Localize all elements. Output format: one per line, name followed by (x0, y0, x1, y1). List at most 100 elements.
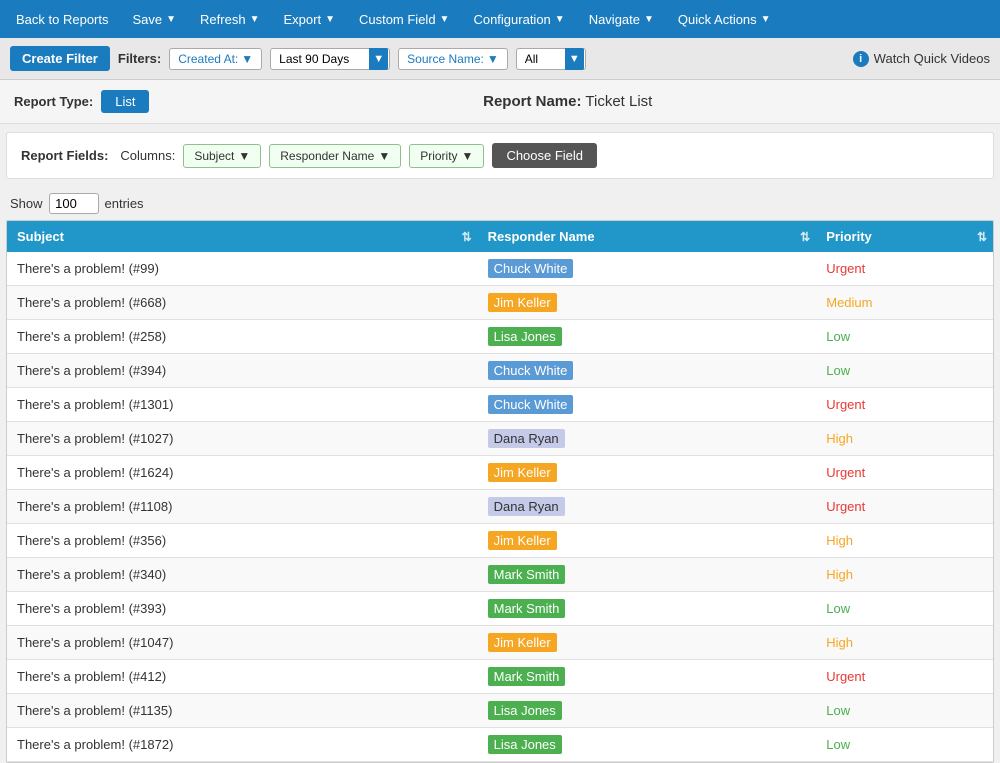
subject-cell: There's a problem! (#412) (7, 660, 478, 694)
save-nav[interactable]: Save ▼ (121, 0, 189, 38)
date-range-select[interactable]: Last 90 Days (270, 48, 390, 70)
navigate-nav[interactable]: Navigate ▼ (577, 0, 666, 38)
subject-field-label: Subject (194, 149, 234, 163)
custom-field-nav[interactable]: Custom Field ▼ (347, 0, 461, 38)
subject-cell: There's a problem! (#356) (7, 524, 478, 558)
priority-cell: Low (816, 694, 993, 728)
watch-videos-label[interactable]: Watch Quick Videos (874, 51, 990, 66)
responder-cell: Mark Smith (478, 660, 817, 694)
list-type-button[interactable]: List (101, 90, 149, 113)
subject-cell: There's a problem! (#1108) (7, 490, 478, 524)
priority-cell: Medium (816, 286, 993, 320)
quick-actions-arrow-icon: ▼ (761, 14, 771, 25)
custom-field-label: Custom Field (359, 12, 436, 27)
table-row: There's a problem! (#393)Mark SmithLow (7, 592, 993, 626)
subject-sort-icon: ⇅ (462, 230, 472, 244)
report-name: Report Name: Ticket List (483, 93, 652, 110)
priority-cell: High (816, 524, 993, 558)
table-row: There's a problem! (#356)Jim KellerHigh (7, 524, 993, 558)
quick-actions-nav[interactable]: Quick Actions ▼ (666, 0, 783, 38)
create-filter-button[interactable]: Create Filter (10, 46, 110, 71)
navigate-label: Navigate (589, 12, 640, 27)
refresh-label: Refresh (200, 12, 246, 27)
subject-cell: There's a problem! (#668) (7, 286, 478, 320)
export-arrow-icon: ▼ (325, 14, 335, 25)
navigate-arrow-icon: ▼ (644, 14, 654, 25)
report-fields-label: Report Fields: (21, 148, 108, 163)
source-name-arrow-icon: ▼ (487, 52, 499, 66)
subject-cell: There's a problem! (#1624) (7, 456, 478, 490)
source-name-dropdown[interactable]: Source Name: ▼ (398, 48, 508, 70)
save-arrow-icon: ▼ (166, 14, 176, 25)
created-at-dropdown[interactable]: Created At: ▼ (169, 48, 262, 70)
priority-field-button[interactable]: Priority ▼ (409, 144, 484, 168)
subject-cell: There's a problem! (#1872) (7, 728, 478, 762)
responder-cell: Mark Smith (478, 558, 817, 592)
responder-name-arrow-icon: ▼ (378, 149, 390, 163)
configuration-label: Configuration (473, 12, 550, 27)
export-label: Export (283, 12, 321, 27)
table-row: There's a problem! (#1624)Jim KellerUrge… (7, 456, 993, 490)
subject-cell: There's a problem! (#394) (7, 354, 478, 388)
priority-cell: High (816, 626, 993, 660)
responder-cell: Lisa Jones (478, 320, 817, 354)
export-nav[interactable]: Export ▼ (271, 0, 346, 38)
priority-cell: Urgent (816, 456, 993, 490)
responder-name-field-button[interactable]: Responder Name ▼ (269, 144, 401, 168)
save-label: Save (133, 12, 163, 27)
info-icon: i (853, 51, 869, 67)
entries-input[interactable] (49, 193, 99, 214)
responder-cell: Lisa Jones (478, 728, 817, 762)
table-row: There's a problem! (#668)Jim KellerMediu… (7, 286, 993, 320)
responder-cell: Chuck White (478, 354, 817, 388)
choose-field-button[interactable]: Choose Field (492, 143, 597, 168)
data-table: Subject ⇅ Responder Name ⇅ Priority ⇅ Th… (7, 221, 993, 762)
responder-cell: Dana Ryan (478, 422, 817, 456)
back-to-reports-label: Back to Reports (16, 12, 109, 27)
refresh-nav[interactable]: Refresh ▼ (188, 0, 271, 38)
responder-name-field-label: Responder Name (280, 149, 374, 163)
priority-cell: Urgent (816, 252, 993, 286)
table-row: There's a problem! (#1108)Dana RyanUrgen… (7, 490, 993, 524)
table-row: There's a problem! (#394)Chuck WhiteLow (7, 354, 993, 388)
priority-cell: Low (816, 320, 993, 354)
show-label: Show (10, 196, 43, 211)
report-name-prefix: Report Name: (483, 93, 581, 110)
subject-cell: There's a problem! (#393) (7, 592, 478, 626)
created-at-label: Created At: (178, 52, 238, 66)
subject-field-arrow-icon: ▼ (238, 149, 250, 163)
source-name-label: Source Name: (407, 52, 484, 66)
source-value-select[interactable]: All (516, 48, 586, 70)
subject-col-header[interactable]: Subject ⇅ (7, 221, 478, 252)
top-nav: Back to Reports Save ▼ Refresh ▼ Export … (0, 0, 1000, 38)
responder-cell: Jim Keller (478, 524, 817, 558)
entries-label: entries (105, 196, 144, 211)
responder-col-header[interactable]: Responder Name ⇅ (478, 221, 817, 252)
table-row: There's a problem! (#340)Mark SmithHigh (7, 558, 993, 592)
configuration-nav[interactable]: Configuration ▼ (461, 0, 576, 38)
subject-field-button[interactable]: Subject ▼ (183, 144, 261, 168)
columns-label: Columns: (120, 148, 175, 163)
responder-cell: Jim Keller (478, 626, 817, 660)
table-row: There's a problem! (#258)Lisa JonesLow (7, 320, 993, 354)
back-to-reports-nav[interactable]: Back to Reports (4, 0, 121, 38)
subject-cell: There's a problem! (#1047) (7, 626, 478, 660)
configuration-arrow-icon: ▼ (555, 14, 565, 25)
table-body: There's a problem! (#99)Chuck WhiteUrgen… (7, 252, 993, 762)
subject-cell: There's a problem! (#340) (7, 558, 478, 592)
data-table-wrap: Subject ⇅ Responder Name ⇅ Priority ⇅ Th… (6, 220, 994, 763)
priority-field-label: Priority (420, 149, 457, 163)
priority-col-header[interactable]: Priority ⇅ (816, 221, 993, 252)
priority-cell: Urgent (816, 660, 993, 694)
table-row: There's a problem! (#1027)Dana RyanHigh (7, 422, 993, 456)
priority-cell: Urgent (816, 490, 993, 524)
priority-cell: High (816, 422, 993, 456)
responder-cell: Jim Keller (478, 286, 817, 320)
priority-arrow-icon: ▼ (462, 149, 474, 163)
responder-cell: Dana Ryan (478, 490, 817, 524)
responder-cell: Chuck White (478, 388, 817, 422)
filter-bar: Create Filter Filters: Created At: ▼ Las… (0, 38, 1000, 80)
report-type-bar: Report Type: List Report Name: Ticket Li… (0, 80, 1000, 124)
custom-field-arrow-icon: ▼ (440, 14, 450, 25)
subject-cell: There's a problem! (#1135) (7, 694, 478, 728)
